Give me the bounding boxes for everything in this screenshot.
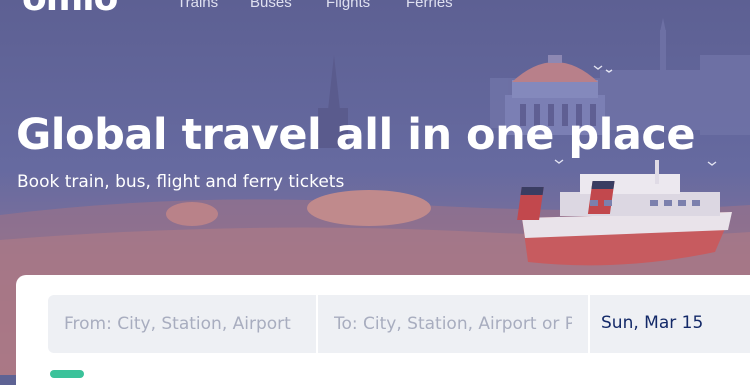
search-panel: Sun, Mar 15: [16, 275, 750, 385]
nav-link-trains[interactable]: Trains: [177, 0, 218, 11]
to-field[interactable]: [318, 295, 588, 353]
to-input[interactable]: [318, 295, 588, 353]
top-navigation: omio Trains Buses Flights Ferries: [0, 0, 750, 19]
nav-link-buses[interactable]: Buses: [250, 0, 292, 11]
hero-headline: Global travel all in one place: [16, 110, 696, 160]
departure-date-value: Sun, Mar 15: [601, 313, 704, 333]
from-field[interactable]: [48, 295, 316, 353]
nav-link-ferries[interactable]: Ferries: [406, 0, 453, 11]
omio-logo[interactable]: omio: [22, 0, 118, 19]
from-input[interactable]: [48, 295, 316, 353]
accent-chip: [50, 370, 84, 378]
departure-date-field[interactable]: Sun, Mar 15: [590, 295, 750, 353]
hero-subline: Book train, bus, flight and ferry ticket…: [17, 172, 345, 192]
nav-link-flights[interactable]: Flights: [326, 0, 370, 11]
